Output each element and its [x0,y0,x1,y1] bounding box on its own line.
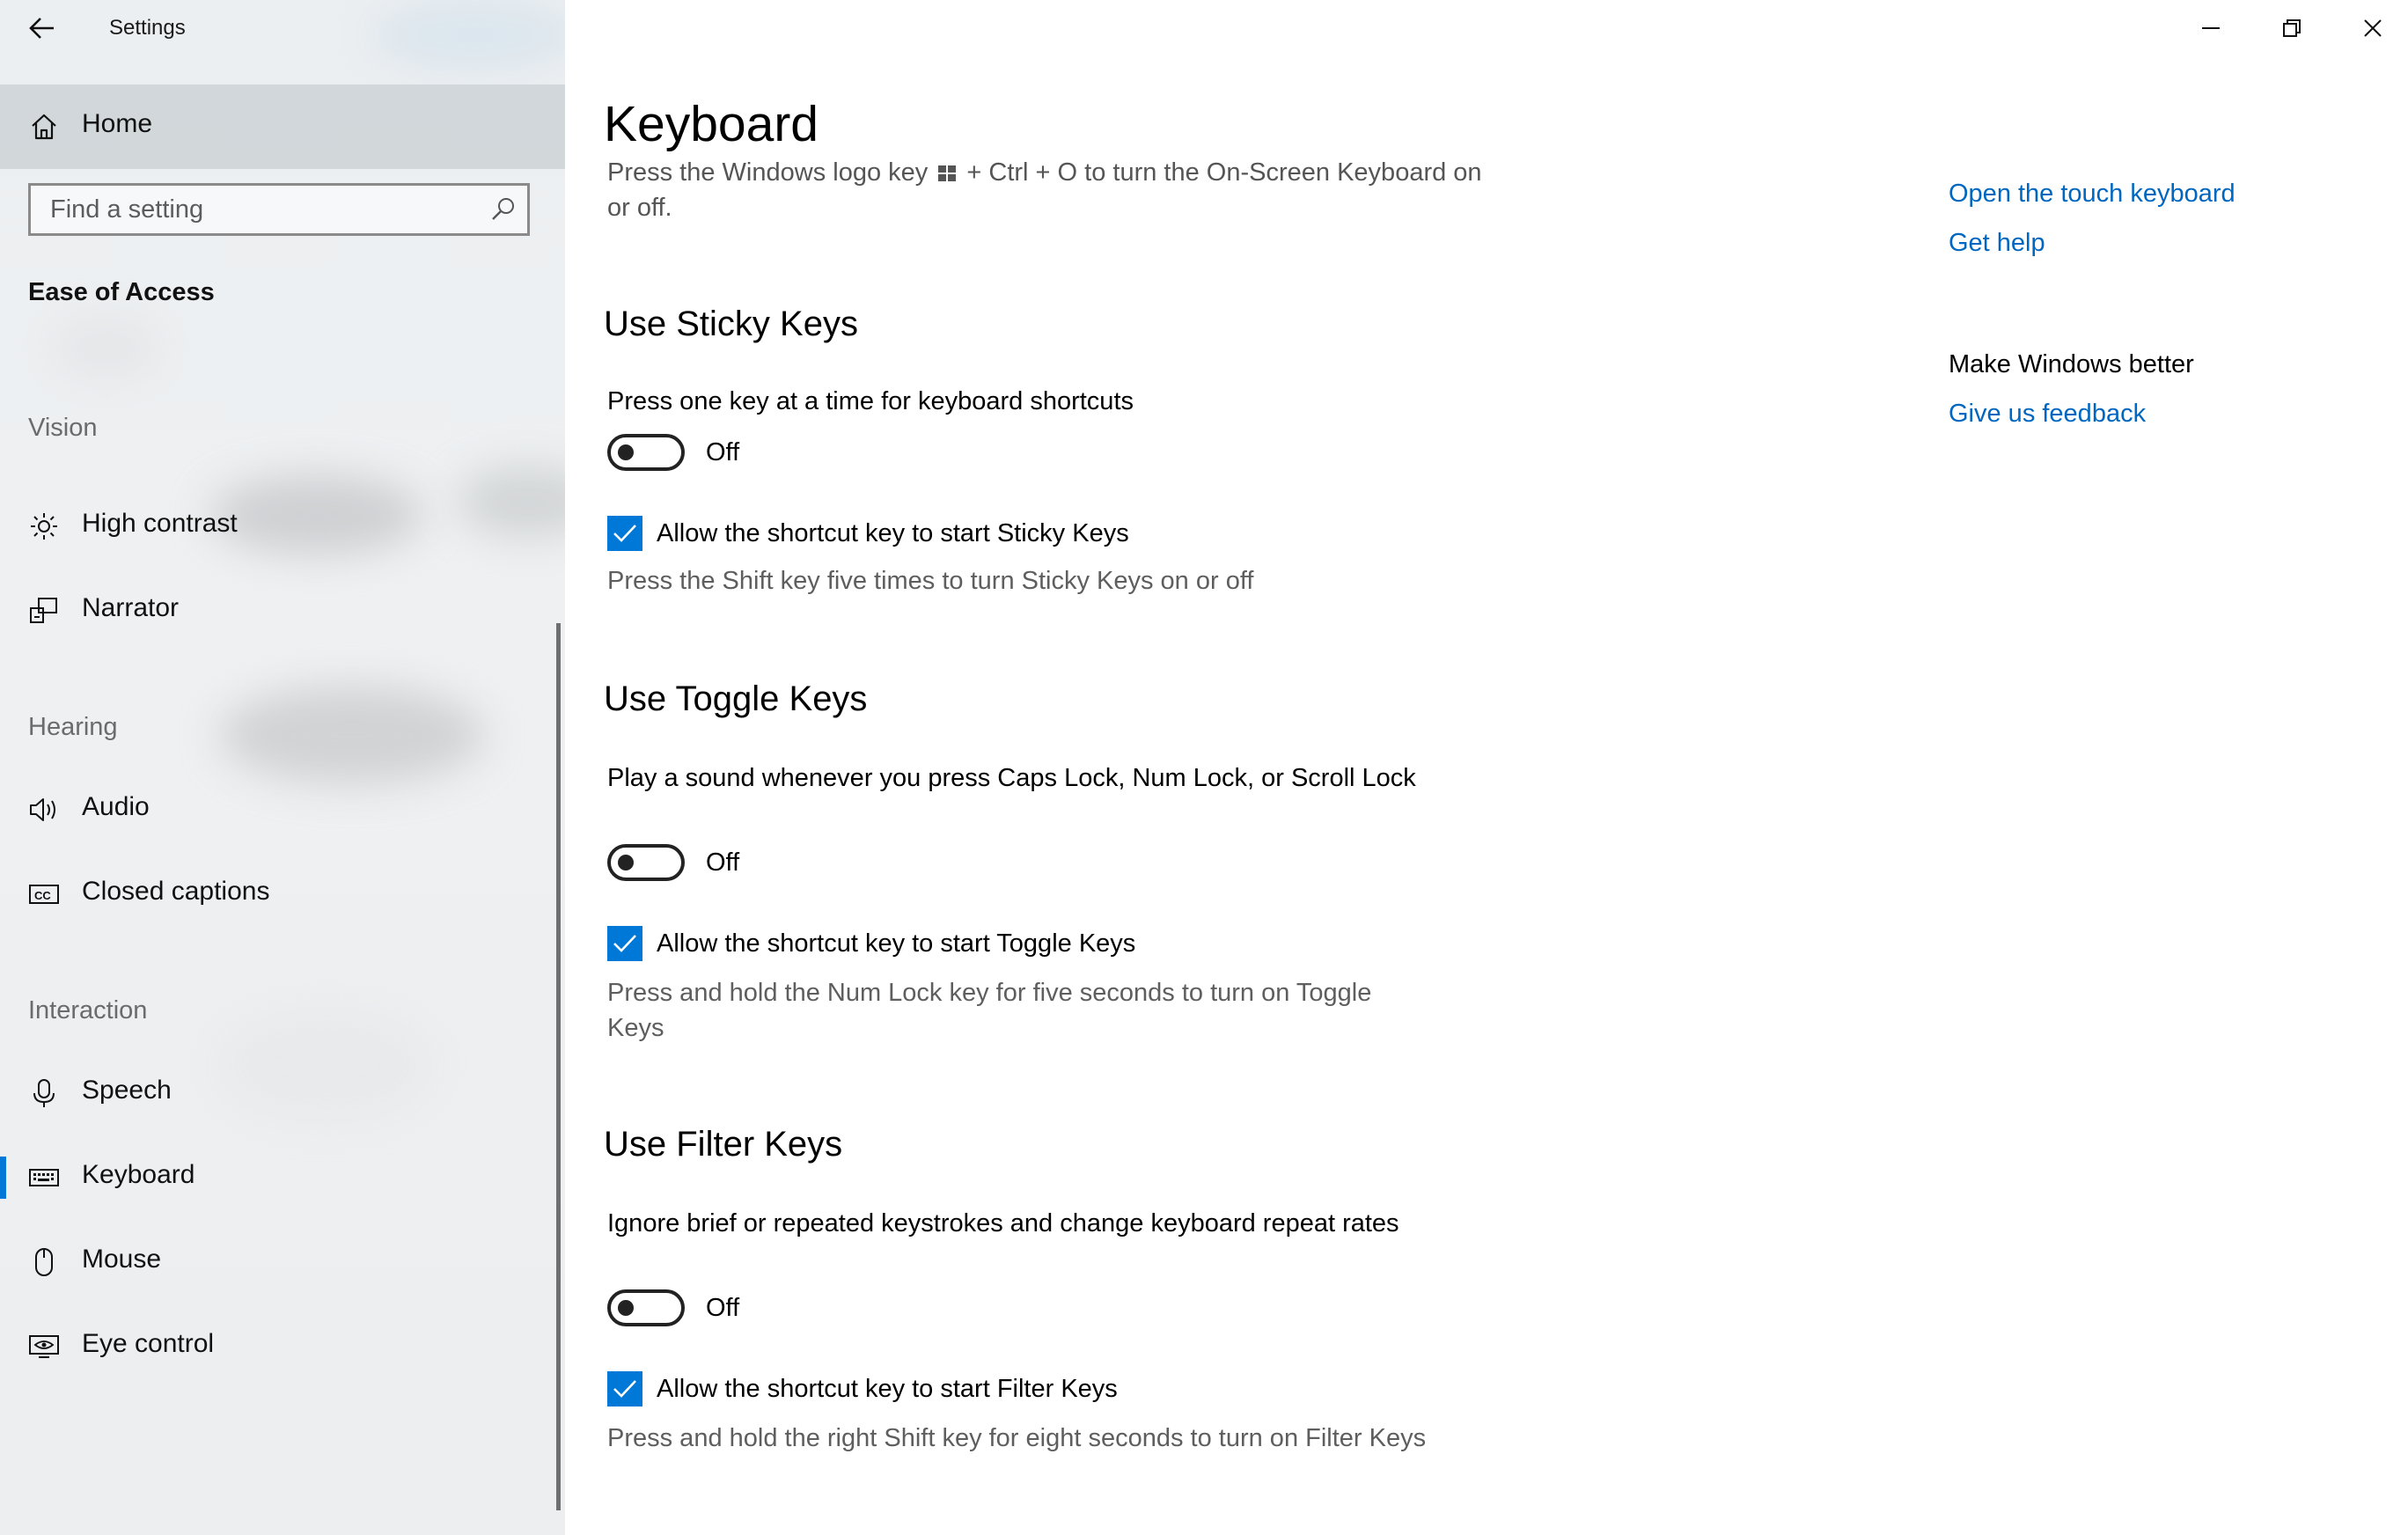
intro-text: Press the Windows logo key + Ctrl + O to… [607,162,1487,225]
toggle-knob [618,444,634,460]
filter-keys-shortcut-checkbox[interactable] [607,1371,642,1406]
close-icon [2362,18,2383,39]
sticky-keys-shortcut-checkbox[interactable] [607,516,642,551]
checkmark-icon [612,522,638,545]
group-heading-interaction: Interaction [28,996,147,1025]
minimize-icon [2200,18,2221,39]
minimize-button[interactable] [2170,0,2251,56]
feedback-heading: Make Windows better [1949,350,2194,379]
checkbox-label: Allow the shortcut key to start Sticky K… [657,519,1129,548]
toggle-keys-toggle[interactable] [607,844,685,881]
toggle-state-label: Off [706,848,739,878]
filter-keys-toggle[interactable] [607,1289,685,1326]
sidebar-item-label: Home [82,109,152,139]
intro-text-part1: Press the Windows logo key [607,162,928,187]
settings-content: Press the Windows logo key + Ctrl + O to… [604,162,1924,1535]
sun-icon [26,509,62,544]
sticky-keys-shortcut-row: Allow the shortcut key to start Sticky K… [607,514,1129,553]
filter-keys-toggle-row: Off [607,1289,739,1327]
sticky-keys-description: Press one key at a time for keyboard sho… [607,384,1435,419]
app-title: Settings [109,16,186,40]
svg-text:CC: CC [34,889,51,902]
open-touch-keyboard-link[interactable]: Open the touch keyboard [1949,180,2235,209]
toggle-keys-note: Press and hold the Num Lock key for five… [607,975,1435,1046]
restore-icon [2281,18,2302,39]
toggle-keys-heading: Use Toggle Keys [604,679,867,719]
checkmark-icon [612,1377,638,1400]
settings-window: Settings Home Ease of Access Vision [0,0,2408,1535]
toggle-state-label: Off [706,1294,739,1323]
sidebar-item-label: Eye control [82,1329,214,1359]
checkbox-label: Allow the shortcut key to start Filter K… [657,1375,1118,1404]
sidebar-item-label: Closed captions [82,877,269,907]
keyboard-icon [26,1160,62,1195]
sidebar-item-label: Mouse [82,1245,161,1274]
toggle-keys-toggle-row: Off [607,843,739,882]
back-button[interactable] [18,5,67,51]
sidebar-item-closed-captions[interactable]: CC Closed captions [0,859,558,929]
filter-keys-description: Ignore brief or repeated keystrokes and … [607,1206,1435,1241]
sticky-keys-heading: Use Sticky Keys [604,305,858,344]
search-icon[interactable] [488,195,518,224]
page-title: Keyboard [604,95,819,153]
sidebar-item-audio[interactable]: Audio [0,775,558,845]
sidebar-scrollbar[interactable] [556,623,561,1510]
section-title: Ease of Access [28,278,215,307]
close-button[interactable] [2332,0,2408,56]
toggle-knob [618,855,634,870]
checkbox-label: Allow the shortcut key to start Toggle K… [657,929,1135,958]
sidebar-item-label: Keyboard [82,1160,195,1190]
sidebar-item-label: Narrator [82,593,179,623]
sidebar-item-home[interactable]: Home [0,84,565,169]
give-feedback-link[interactable]: Give us feedback [1949,400,2146,429]
sidebar-item-keyboard[interactable]: Keyboard [0,1142,558,1213]
sidebar-item-narrator[interactable]: Narrator [0,576,558,646]
mouse-icon [26,1245,62,1280]
filter-keys-shortcut-row: Allow the shortcut key to start Filter K… [607,1370,1118,1408]
group-heading-vision: Vision [28,414,97,443]
sidebar-item-mouse[interactable]: Mouse [0,1227,558,1297]
narrator-icon [26,593,62,628]
titlebar-left: Settings [0,0,565,56]
sticky-keys-toggle-row: Off [607,433,739,472]
home-icon [26,109,62,144]
windows-logo-icon [938,165,956,181]
cc-icon: CC [26,877,62,912]
filter-keys-heading: Use Filter Keys [604,1125,842,1164]
restore-button[interactable] [2251,0,2332,56]
sidebar-item-speech[interactable]: Speech [0,1058,558,1128]
sidebar-item-label: Audio [82,792,150,822]
sidebar-item-label: Speech [82,1076,172,1105]
sidebar: Settings Home Ease of Access Vision [0,0,565,1535]
get-help-link[interactable]: Get help [1949,229,2045,258]
sidebar-item-eye-control[interactable]: Eye control [0,1311,558,1382]
group-heading-hearing: Hearing [28,713,118,742]
search-box [28,183,530,236]
selection-indicator [0,1157,6,1199]
toggle-keys-description: Play a sound whenever you press Caps Loc… [607,760,1435,796]
sticky-keys-note: Press the Shift key five times to turn S… [607,563,1435,599]
sticky-keys-toggle[interactable] [607,434,685,471]
microphone-icon [26,1076,62,1111]
toggle-keys-shortcut-checkbox[interactable] [607,926,642,961]
checkmark-icon [612,932,638,955]
toggle-knob [618,1300,634,1316]
eye-control-icon [26,1329,62,1364]
toggle-keys-shortcut-row: Allow the shortcut key to start Toggle K… [607,924,1135,963]
search-input[interactable] [31,186,471,233]
toggle-state-label: Off [706,438,739,467]
speaker-icon [26,792,62,827]
sidebar-item-label: High contrast [82,509,238,539]
sidebar-item-high-contrast[interactable]: High contrast [0,491,558,562]
filter-keys-note: Press and hold the right Shift key for e… [607,1421,1435,1456]
back-arrow-icon [29,17,55,40]
